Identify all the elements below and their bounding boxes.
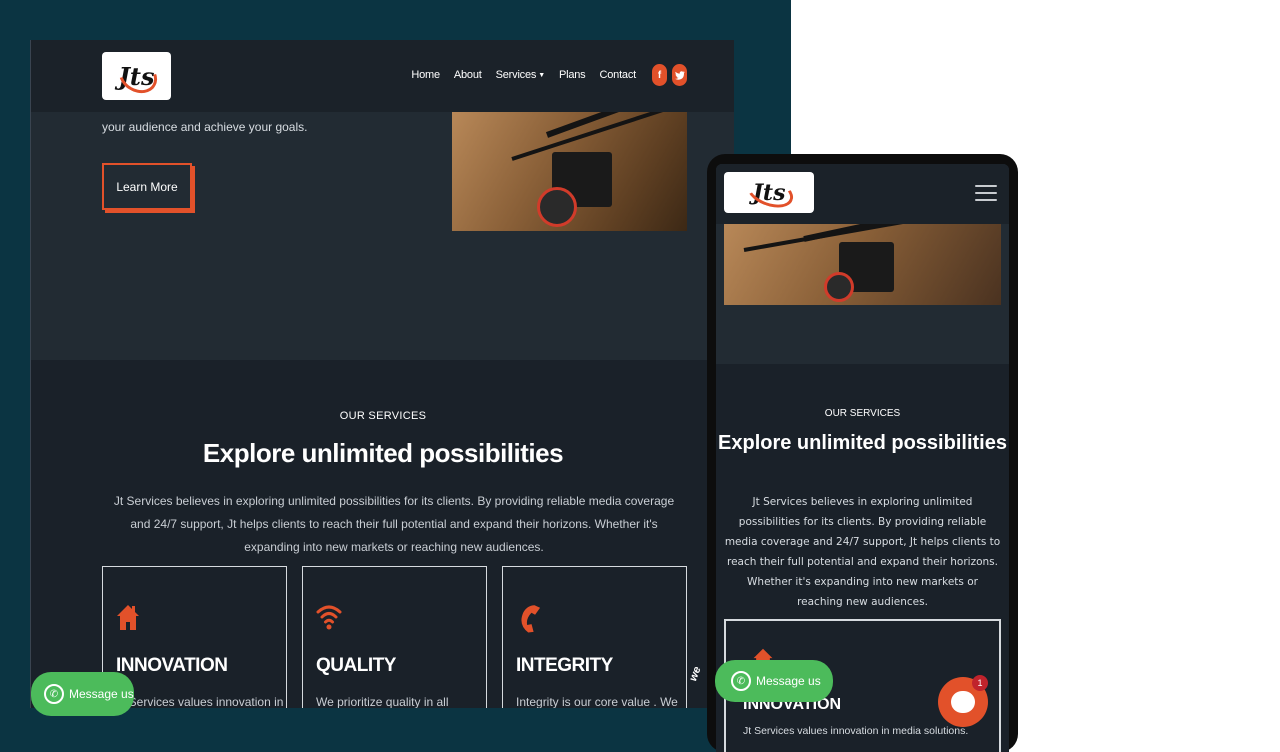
brand-logo[interactable]: Jts xyxy=(102,52,171,100)
whatsapp-icon: ✆ xyxy=(44,684,64,704)
card-text: Jt Services values innovation in xyxy=(116,695,284,708)
mobile-services-title: Explore unlimited possibilities xyxy=(718,432,1007,454)
mobile-brand-logo[interactable]: Jts xyxy=(724,170,814,214)
desktop-mockup: your audience and achieve your goals. Le… xyxy=(30,40,734,708)
card-title: INTEGRITY xyxy=(516,655,613,676)
mobile-hero-camera-image xyxy=(724,224,1001,305)
nav-home[interactable]: Home xyxy=(411,69,440,81)
nav-about[interactable]: About xyxy=(454,69,482,81)
camera-lens xyxy=(824,272,854,302)
whatsapp-label: Message us xyxy=(756,674,821,688)
hero-camera-image xyxy=(452,112,687,231)
home-icon xyxy=(116,603,142,633)
nav-services[interactable]: Services ▼ xyxy=(495,69,546,81)
card-text: Jt Services values innovation in media s… xyxy=(743,725,969,737)
card-title: INNOVATION xyxy=(116,655,228,676)
service-card-integrity[interactable]: INTEGRITY Integrity is our core value . … xyxy=(502,566,687,708)
camera-lens xyxy=(537,187,577,227)
card-title: QUALITY xyxy=(316,655,396,676)
twitter-bird-glyph xyxy=(674,70,685,80)
caret-down-icon: ▼ xyxy=(538,71,545,79)
navbar: Jts Home About Services ▼ Plans Contact f xyxy=(31,40,734,112)
whatsapp-message-button[interactable]: ✆ Message us xyxy=(31,672,134,716)
mobile-whatsapp-message-button[interactable]: ✆ Message us xyxy=(715,660,833,702)
social-links: f xyxy=(652,64,687,86)
service-card-quality[interactable]: QUALITY We prioritize quality in all asp… xyxy=(302,566,487,708)
mobile-navbar: Jts xyxy=(716,164,1009,224)
services-description: Jt Services believes in exploring unlimi… xyxy=(113,494,675,554)
services-label: OUR SERVICES xyxy=(339,410,427,422)
nav-links: Home About Services ▼ Plans Contact f xyxy=(411,64,687,86)
nav-services-label: Services xyxy=(495,69,537,81)
facebook-icon[interactable]: f xyxy=(652,64,667,86)
whatsapp-label: Message us xyxy=(69,687,134,701)
chat-bubble-icon xyxy=(951,691,975,713)
chat-unread-badge: 1 xyxy=(972,675,988,691)
hero-text: your audience and achieve your goals. xyxy=(102,120,308,134)
phone-icon xyxy=(516,603,542,633)
services-title: Explore unlimited possibilities xyxy=(202,438,564,468)
logo-swoosh-icon xyxy=(742,170,798,214)
whatsapp-icon: ✆ xyxy=(731,671,751,691)
learn-more-button[interactable]: Learn More xyxy=(102,163,192,210)
nav-plans[interactable]: Plans xyxy=(559,69,586,81)
wifi-icon xyxy=(316,603,342,633)
hamburger-menu-icon[interactable] xyxy=(975,185,997,201)
mobile-services-label: OUR SERVICES xyxy=(824,408,901,419)
card-text: We prioritize quality in all aspects xyxy=(316,695,449,708)
twitter-icon[interactable] xyxy=(672,64,687,86)
logo-swoosh-icon xyxy=(112,52,164,100)
mobile-services-description: Jt Services believes in exploring unlimi… xyxy=(724,496,1001,608)
nav-contact[interactable]: Contact xyxy=(599,69,636,81)
card-text: Integrity is our core value . We xyxy=(516,695,678,708)
